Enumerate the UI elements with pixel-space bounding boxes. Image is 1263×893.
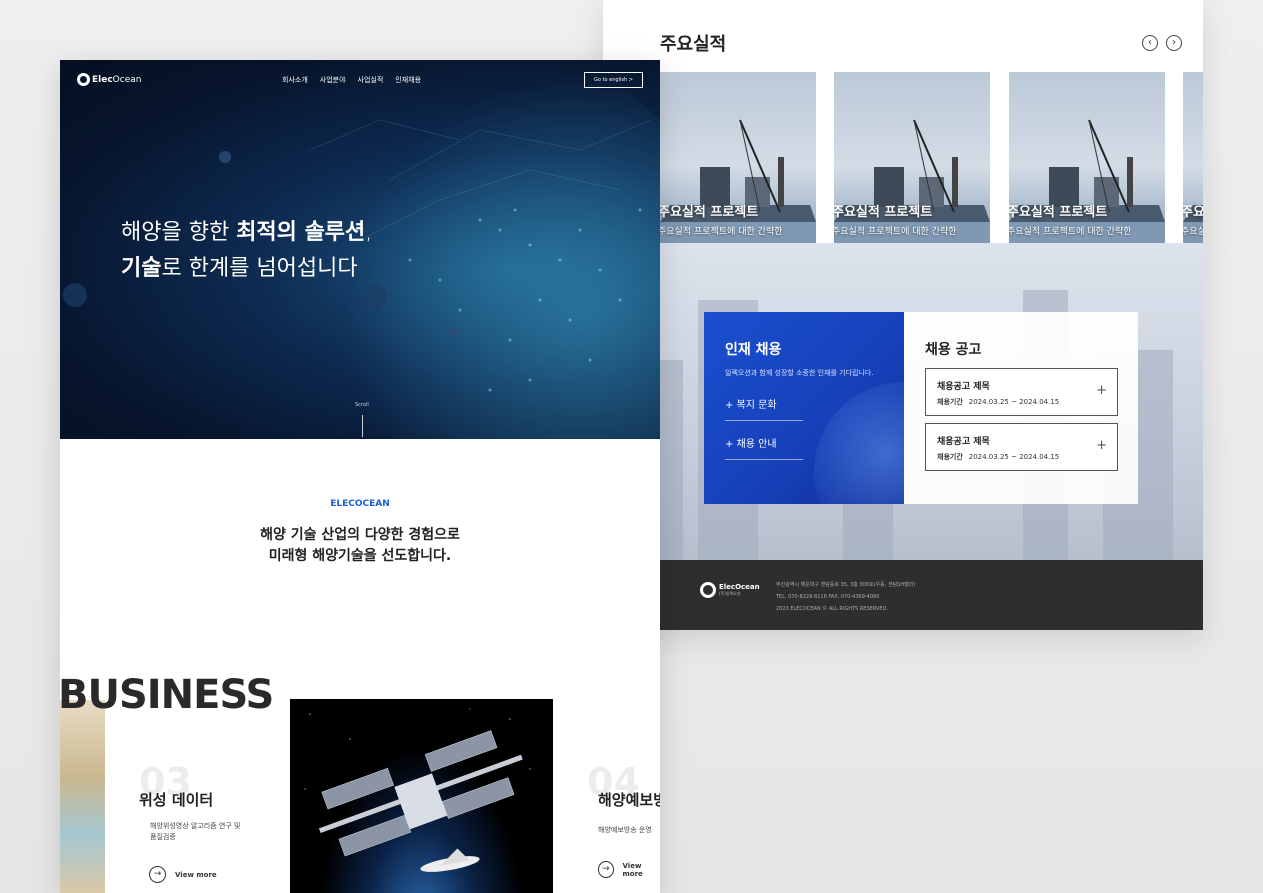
card-desc: 주요실적 프로젝트에 대한 간략한	[834, 227, 957, 237]
view-more-button[interactable]: → View more	[149, 866, 217, 883]
card-desc: 주요실적 프로젝트에 대한 간략한	[1009, 227, 1132, 237]
logo-mark-icon	[77, 73, 90, 86]
job-period: 채용기간 2024.03.25 ~ 2024.04.15	[937, 398, 1060, 406]
job-title: 채용공고 제목	[937, 437, 990, 447]
card-title: 주요실적 프로젝트	[834, 205, 933, 220]
business-card-satellite: 03 위성 데이터 해양위성영상 알고리즘 연구 및 품질검증 → View m…	[105, 700, 290, 893]
section-title-achievements: 주요실적	[660, 34, 727, 55]
site-logo[interactable]: ElecOcean	[77, 73, 141, 86]
left-page-preview: ElecOcean 회사소개 사업분야 사업실적 인재채용 Go to engl…	[60, 60, 660, 893]
go-to-english-button[interactable]: Go to english >	[584, 72, 643, 88]
business-section-title: BUSINESS	[60, 672, 274, 718]
business-desc: 해양예보방송 운영	[598, 826, 652, 834]
arrow-right-icon: →	[149, 866, 166, 883]
chevron-left-icon: ‹	[1148, 37, 1152, 48]
globe-graphic	[814, 382, 904, 504]
job-title: 채용공고 제목	[937, 382, 990, 392]
scroll-indicator[interactable]: Scroll	[355, 402, 369, 408]
achievement-card[interactable]: 주요실적 프로젝트 주요실적 프로젝트에 대한 간략한	[834, 72, 990, 243]
hero-headline: 해양을 향한 최적의 솔루션, 기술로 한계를 넘어섭니다	[121, 220, 373, 281]
job-posting-item[interactable]: 채용공고 제목 채용기간 2024.03.25 ~ 2024.04.15 +	[925, 368, 1118, 416]
footer-info: 부산광역시 해운대구 센텀동로 35, 3층 308호(우동, 센텀SH밸리) …	[776, 579, 915, 615]
welfare-culture-link[interactable]: + 복지 문화	[725, 397, 803, 421]
job-postings-title: 채용 공고	[925, 342, 982, 358]
footer-copyright: 2023 ELECOCEAN © ALL RIGHTS RESERVED.	[776, 606, 889, 612]
site-footer: ElecOcean (주)일렉오션 부산광역시 해운대구 센텀동로 35, 3층…	[660, 560, 1203, 630]
carousel-next-button[interactable]: ›	[1166, 35, 1182, 51]
arrow-right-icon: →	[598, 861, 614, 878]
achievement-card[interactable]: 주요실적 프로젝트 주요실적 프로젝트에 대한 간략한	[1183, 72, 1203, 243]
nav-item-achievements[interactable]: 사업실적	[358, 75, 384, 85]
main-nav: 회사소개 사업분야 사업실적 인재채용	[282, 75, 421, 85]
map-image	[60, 700, 105, 893]
plus-icon: +	[1096, 438, 1107, 453]
achievement-card[interactable]: 주요실적 프로젝트 주요실적 프로젝트에 대한 간략한	[660, 72, 816, 243]
logo-mark-icon	[700, 582, 716, 598]
footer-address: 부산광역시 해운대구 센텀동로 35, 3층 308호(우동, 센텀SH밸리)	[776, 582, 916, 588]
space-station-image	[290, 699, 553, 893]
card-title: 주요실적 프로젝트	[660, 205, 759, 220]
nav-item-company[interactable]: 회사소개	[282, 75, 308, 85]
carousel-prev-button[interactable]: ‹	[1142, 35, 1158, 51]
brand-label: ELECOCEAN	[330, 499, 390, 509]
card-desc: 주요실적 프로젝트에 대한 간략한	[1183, 227, 1203, 237]
recruit-title: 인재 채용	[725, 342, 782, 358]
scroll-line	[362, 415, 363, 437]
business-desc: 해양위성영상 알고리즘 연구 및 품질검증	[150, 822, 241, 841]
right-page-preview: 주요실적 ‹ › 주요실적 프로젝트 주요실적 프로젝트에 대한 간략한 주요실…	[603, 0, 1203, 630]
job-period: 채용기간 2024.03.25 ~ 2024.04.15	[937, 453, 1060, 461]
footer-contact: TEL. 070-8228-8116 FAX. 070-4369-4080	[776, 594, 880, 600]
nav-item-business[interactable]: 사업분야	[320, 75, 346, 85]
recruit-panel: 인재 채용 일렉오션과 함께 성장할 소중한 인재를 기다립니다. + 복지 문…	[704, 312, 904, 504]
business-title: 해양예보방	[598, 791, 660, 809]
business-title: 위성 데이터	[139, 791, 214, 809]
chevron-right-icon: ›	[1172, 37, 1176, 48]
achievement-card[interactable]: 주요실적 프로젝트 주요실적 프로젝트에 대한 간략한	[1009, 72, 1165, 243]
nav-item-recruit[interactable]: 인재채용	[395, 75, 421, 85]
recruit-guide-link[interactable]: + 채용 안내	[725, 436, 803, 460]
card-title: 주요실적 프로젝트	[1009, 205, 1108, 220]
card-desc: 주요실적 프로젝트에 대한 간략한	[660, 227, 783, 237]
intro-text: 해양 기술 산업의 다양한 경험으로 미래형 해양기술을 선도합니다.	[260, 527, 460, 564]
footer-logo: ElecOcean (주)일렉오션	[700, 582, 760, 598]
job-postings-panel: 채용 공고 채용공고 제목 채용기간 2024.03.25 ~ 2024.04.1…	[904, 312, 1138, 504]
plus-icon: +	[1096, 383, 1107, 398]
card-title: 주요실적 프로젝트	[1183, 205, 1203, 220]
recruit-desc: 일렉오션과 함께 성장할 소중한 인재를 기다립니다.	[725, 369, 874, 377]
achievement-carousel: 주요실적 프로젝트 주요실적 프로젝트에 대한 간략한 주요실적 프로젝트 주요…	[660, 72, 1203, 243]
hero-section: ElecOcean 회사소개 사업분야 사업실적 인재채용 Go to engl…	[60, 60, 660, 439]
job-posting-item[interactable]: 채용공고 제목 채용기간 2024.03.25 ~ 2024.04.15 +	[925, 423, 1118, 471]
view-more-button[interactable]: → View more	[598, 861, 660, 878]
